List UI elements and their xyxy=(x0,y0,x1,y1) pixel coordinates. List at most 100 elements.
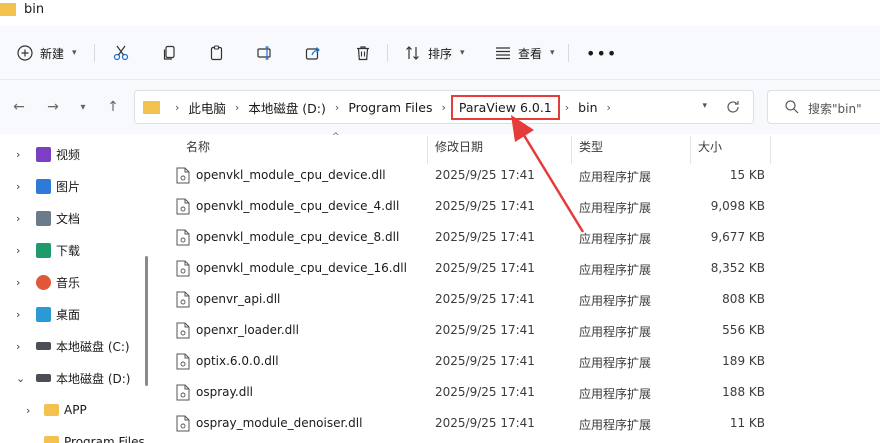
file-type: 应用程序扩展 xyxy=(579,418,652,432)
sort-ascending-icon: ^ xyxy=(332,132,340,142)
file-row[interactable]: optix.6.0.0.dll 2025/9/25 17:41 应用程序扩展 189 … xyxy=(152,346,772,377)
arrow-left-icon: ← xyxy=(13,99,25,115)
search-input[interactable]: 搜索"bin" xyxy=(808,100,862,117)
file-modified-date: 2025/9/25 17:41 xyxy=(435,230,535,244)
sort-icon xyxy=(404,44,422,62)
chevron-right-icon[interactable]: › xyxy=(16,148,20,161)
chevron-down-icon[interactable]: ⌄ xyxy=(26,436,35,443)
dll-file-icon xyxy=(176,260,190,277)
sidebar-item-desktop[interactable]: › 桌面 xyxy=(0,298,152,330)
column-header-size[interactable]: 大小 xyxy=(698,138,722,162)
search-box[interactable]: 搜索"bin" xyxy=(767,90,880,124)
chevron-right-icon: › xyxy=(334,100,340,114)
file-list: ^ 名称 修改日期 类型 大小 openvkl_module_cpu_devic… xyxy=(152,132,880,443)
sort-button[interactable]: 排序 ▾ xyxy=(404,26,465,80)
chevron-right-icon[interactable]: › xyxy=(16,340,20,353)
breadcrumb-this-pc[interactable]: 此电脑 xyxy=(184,98,230,117)
file-modified-date: 2025/9/25 17:41 xyxy=(435,323,535,337)
file-size: 9,677 KB xyxy=(710,230,765,244)
chevron-right-icon: › xyxy=(441,100,446,114)
sidebar-item-label: 图片 xyxy=(56,179,81,194)
chevron-down-icon[interactable]: ⌄ xyxy=(16,372,25,385)
forward-button[interactable]: → xyxy=(42,96,64,118)
share-button[interactable] xyxy=(304,26,322,80)
delete-button[interactable] xyxy=(354,26,372,80)
file-row[interactable]: openvkl_module_cpu_device.dll 2025/9/25 1… xyxy=(152,160,772,191)
sidebar-item-documents[interactable]: › 文档 xyxy=(0,202,152,234)
sidebar-item-drive-d[interactable]: ⌄ 本地磁盘 (D:) xyxy=(0,362,152,394)
arrow-right-icon: → xyxy=(47,99,59,115)
sidebar-item-videos[interactable]: › 视频 xyxy=(0,138,152,170)
breadcrumb-paraview[interactable]: ParaView 6.0.1 xyxy=(450,94,560,120)
column-header-type[interactable]: 类型 xyxy=(579,138,603,162)
chevron-right-icon[interactable]: › xyxy=(16,180,20,193)
more-options-button[interactable]: ••• xyxy=(586,26,617,80)
copy-button[interactable] xyxy=(161,26,179,80)
file-row[interactable]: openvkl_module_cpu_device_4.dll 2025/9/25… xyxy=(152,191,772,222)
folder-icon xyxy=(44,436,59,443)
sidebar-item-drive-c[interactable]: › 本地磁盘 (C:) xyxy=(0,330,152,362)
rename-button[interactable] xyxy=(256,26,274,80)
sidebar-scrollbar[interactable] xyxy=(145,256,148,386)
sidebar-item-pictures[interactable]: › 图片 xyxy=(0,170,152,202)
chevron-right-icon[interactable]: › xyxy=(16,212,20,225)
dll-file-icon xyxy=(176,415,190,432)
dll-file-icon xyxy=(176,353,190,370)
folder-icon xyxy=(44,404,59,416)
up-button[interactable]: ↑ xyxy=(102,96,124,118)
new-button[interactable]: 新建 ▾ xyxy=(16,26,77,80)
breadcrumb-program-files[interactable]: Program Files xyxy=(344,100,436,115)
recent-locations-button[interactable]: ▾ xyxy=(72,96,94,118)
file-type: 应用程序扩展 xyxy=(579,201,652,215)
file-modified-date: 2025/9/25 17:41 xyxy=(435,261,535,275)
file-row[interactable]: openvkl_module_cpu_device_8.dll 2025/9/25… xyxy=(152,222,772,253)
breadcrumb-drive-d[interactable]: 本地磁盘 (D:) xyxy=(244,98,330,117)
file-modified-date: 2025/9/25 17:41 xyxy=(435,354,535,368)
file-row[interactable]: openvkl_module_cpu_device_16.dll 2025/9/2… xyxy=(152,253,772,284)
chevron-right-icon: › xyxy=(606,100,611,114)
chevron-down-icon: ▾ xyxy=(80,101,86,113)
divider xyxy=(387,44,388,62)
sidebar-item-program-files[interactable]: ⌄ Program Files xyxy=(0,426,152,443)
file-row[interactable]: ospray.dll 2025/9/25 17:41 应用程序扩展 188 KB xyxy=(152,377,772,408)
view-button[interactable]: 查看 ▾ xyxy=(494,26,555,80)
chevron-down-icon: ▾ xyxy=(72,48,77,58)
chevron-right-icon[interactable]: › xyxy=(16,308,20,321)
window-title: bin xyxy=(24,2,45,17)
more-icon: ••• xyxy=(586,43,618,63)
file-type: 应用程序扩展 xyxy=(579,325,652,339)
file-name: openvkl_module_cpu_device_4.dll xyxy=(196,199,400,213)
chevron-right-icon[interactable]: › xyxy=(16,276,20,289)
chevron-right-icon[interactable]: › xyxy=(26,404,30,417)
scissors-icon xyxy=(112,44,130,62)
file-row[interactable]: openxr_loader.dll 2025/9/25 17:41 应用程序扩展 55… xyxy=(152,315,772,346)
sidebar-item-app[interactable]: › APP xyxy=(0,394,152,426)
file-row[interactable]: ospray_module_denoiser.dll 2025/9/25 17:4… xyxy=(152,408,772,439)
column-header-name[interactable]: ^ 名称 xyxy=(186,132,340,162)
cut-button[interactable] xyxy=(112,26,130,80)
chevron-right-icon[interactable]: › xyxy=(16,244,20,257)
breadcrumb-bin[interactable]: bin xyxy=(574,100,601,115)
file-type: 应用程序扩展 xyxy=(579,356,652,370)
address-bar[interactable]: › 此电脑 › 本地磁盘 (D:) › Program Files › Para… xyxy=(134,90,754,124)
sidebar-item-label: 视频 xyxy=(56,147,81,162)
music-icon xyxy=(36,274,51,290)
folder-icon xyxy=(0,3,16,16)
back-button[interactable]: ← xyxy=(8,96,30,118)
chevron-down-icon[interactable]: ▾ xyxy=(702,101,707,111)
dll-file-icon xyxy=(176,229,190,246)
paste-button[interactable] xyxy=(208,26,226,80)
column-header-date[interactable]: 修改日期 xyxy=(435,138,483,162)
pictures-icon xyxy=(36,178,51,194)
file-type: 应用程序扩展 xyxy=(579,170,652,184)
video-icon xyxy=(36,146,51,162)
search-icon xyxy=(784,99,800,115)
sidebar-item-downloads[interactable]: › 下载 xyxy=(0,234,152,266)
title-bar: bin xyxy=(0,0,880,26)
refresh-icon[interactable] xyxy=(723,97,743,117)
file-row[interactable]: openvr_api.dll 2025/9/25 17:41 应用程序扩展 808 K… xyxy=(152,284,772,315)
sidebar-item-music[interactable]: › 音乐 xyxy=(0,266,152,298)
chevron-right-icon: › xyxy=(234,100,240,114)
column-header-label: 名称 xyxy=(186,140,211,154)
chevron-right-icon: › xyxy=(175,100,180,114)
